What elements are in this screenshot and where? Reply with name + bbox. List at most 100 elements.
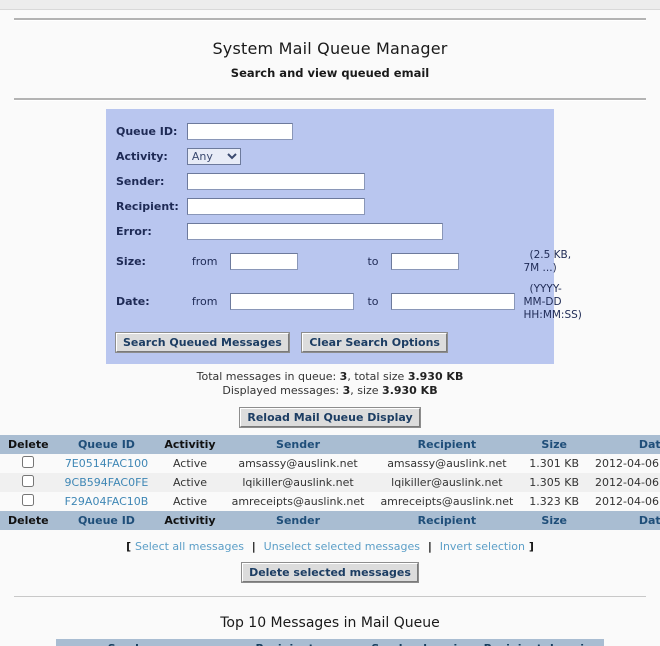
recipient-input[interactable] bbox=[186, 198, 365, 215]
date-to-word: to bbox=[367, 295, 379, 308]
divider-above-top10 bbox=[14, 596, 646, 597]
row-size: 1.305 KB bbox=[521, 473, 588, 492]
error-label: Error: bbox=[116, 225, 152, 238]
row-activity: Active bbox=[172, 495, 207, 508]
summary-total-size: 3.930 KB bbox=[407, 370, 464, 383]
queue-table-head: Delete Queue ID Activitiy Sender Recipie… bbox=[0, 435, 660, 454]
form-row-date: Date: from to (YYYY-MM-DD HH:MM:SS) bbox=[112, 278, 586, 325]
size-from-input[interactable] bbox=[230, 252, 299, 270]
select-all-messages-link[interactable]: Select all messages bbox=[135, 540, 244, 553]
search-button-row: Search Queued Messages Clear Search Opti… bbox=[106, 325, 554, 353]
activity-select[interactable]: Any bbox=[186, 148, 241, 165]
row-date: 2012-04-06 02:00:32 bbox=[587, 473, 660, 492]
page-subtitle: Search and view queued email bbox=[230, 66, 430, 80]
row-queue-id-cell: 9CB594FAC0FE bbox=[56, 473, 157, 492]
queue-id-link[interactable]: 9CB594FAC0FE bbox=[65, 476, 149, 489]
summary-displayed-size-prefix: , size bbox=[350, 384, 379, 397]
reload-button-row: Reload Mail Queue Display bbox=[0, 398, 660, 435]
form-row-recipient: Recipient: bbox=[112, 194, 586, 219]
size-from-word: from bbox=[191, 254, 218, 268]
unselect-selected-messages-link[interactable]: Unselect selected messages bbox=[264, 540, 420, 553]
col-date[interactable]: Date bbox=[587, 435, 660, 454]
row-sender: amreceipts@auslink.net bbox=[231, 495, 365, 508]
row-recipient: amreceipts@auslink.net bbox=[380, 495, 514, 508]
summary-displayed-size: 3.930 KB bbox=[382, 384, 438, 397]
delete-selected-messages-button[interactable]: Delete selected messages bbox=[241, 562, 419, 583]
top10-head: Senders Recipients Sender domains Recipi… bbox=[55, 639, 605, 646]
col-activity-footer: Activitiy bbox=[156, 511, 224, 530]
error-input[interactable] bbox=[186, 223, 443, 240]
col-sender[interactable]: Sender bbox=[223, 435, 373, 454]
invert-selection-link[interactable]: Invert selection bbox=[440, 540, 525, 553]
queue-table-foot: Delete Queue ID Activitiy Sender Recipie… bbox=[0, 511, 660, 530]
col-queue-id-footer[interactable]: Queue ID bbox=[56, 511, 157, 530]
bracket-open: [ bbox=[126, 540, 132, 553]
size-hint: (2.5 KB, 7M ...) bbox=[523, 249, 572, 274]
size-to-word: to bbox=[367, 254, 379, 268]
activity-label: Activity: bbox=[116, 150, 168, 163]
clear-search-options-button[interactable]: Clear Search Options bbox=[301, 332, 448, 353]
divider-below-title bbox=[14, 98, 646, 101]
recipient-label: Recipient: bbox=[116, 200, 179, 213]
queue-id-link[interactable]: 7E0514FAC100 bbox=[65, 457, 148, 470]
window-top-strip bbox=[0, 0, 660, 10]
delete-checkbox[interactable] bbox=[22, 475, 35, 487]
date-label: Date: bbox=[116, 295, 150, 308]
summary-displayed-prefix: Displayed messages: bbox=[222, 384, 340, 397]
row-recipient: amsassy@auslink.net bbox=[387, 457, 507, 470]
queue-id-input[interactable] bbox=[186, 123, 293, 140]
row-checkbox-cell bbox=[0, 454, 57, 473]
delete-checkbox[interactable] bbox=[22, 456, 35, 468]
queue-summary: Total messages in queue: 3, total size 3… bbox=[0, 364, 660, 398]
size-to-input[interactable] bbox=[391, 252, 460, 270]
delete-checkbox[interactable] bbox=[22, 494, 35, 506]
col-recipient[interactable]: Recipient bbox=[372, 435, 522, 454]
queue-id-label: Queue ID: bbox=[116, 125, 178, 138]
row-sender: lqikiller@auslink.net bbox=[223, 473, 373, 492]
bracket-close: ] bbox=[528, 540, 534, 553]
col-recipients: Recipients bbox=[210, 639, 366, 646]
mail-queue-table: Delete Queue ID Activitiy Sender Recipie… bbox=[0, 435, 660, 530]
queue-header-row-bottom: Delete Queue ID Activitiy Sender Recipie… bbox=[0, 511, 660, 530]
col-size[interactable]: Size bbox=[521, 435, 588, 454]
queue-id-link[interactable]: F29A04FAC10B bbox=[65, 495, 149, 508]
queue-table-body: 7E0514FAC100 Active amsassy@auslink.net … bbox=[0, 454, 660, 511]
col-date-footer[interactable]: Date bbox=[587, 511, 660, 530]
summary-displayed-line: Displayed messages: 3, size 3.930 KB bbox=[0, 384, 660, 398]
sender-input[interactable] bbox=[186, 173, 365, 190]
col-size-footer[interactable]: Size bbox=[521, 511, 588, 530]
sender-label: Sender: bbox=[116, 175, 165, 188]
col-recipient-domains: Recipient domains bbox=[477, 639, 605, 646]
page-title: System Mail Queue Manager bbox=[212, 39, 448, 58]
search-queued-messages-button[interactable]: Search Queued Messages bbox=[115, 332, 290, 353]
col-sender-footer[interactable]: Sender bbox=[223, 511, 373, 530]
row-size: 1.301 KB bbox=[529, 457, 580, 470]
row-queue-id-cell: F29A04FAC10B bbox=[57, 492, 157, 511]
date-to-input[interactable] bbox=[391, 293, 516, 310]
row-queue-id-cell: 7E0514FAC100 bbox=[57, 454, 157, 473]
summary-total-size-prefix: , total size bbox=[347, 370, 405, 383]
date-from-input[interactable] bbox=[230, 293, 355, 310]
col-sender-domains: Sender domains bbox=[365, 639, 478, 646]
reload-mail-queue-display-button[interactable]: Reload Mail Queue Display bbox=[239, 407, 421, 428]
table-row: 7E0514FAC100 Active amsassy@auslink.net … bbox=[0, 454, 660, 473]
form-row-sender: Sender: bbox=[112, 169, 586, 194]
top10-title: Top 10 Messages in Mail Queue bbox=[220, 615, 440, 631]
table-row: F29A04FAC10B Active amreceipts@auslink.n… bbox=[0, 492, 660, 511]
row-recipient: lqikiller@auslink.net bbox=[372, 473, 522, 492]
col-queue-id[interactable]: Queue ID bbox=[56, 435, 157, 454]
row-date: 2012-04-06 02:00:31 bbox=[595, 495, 660, 508]
col-activity: Activitiy bbox=[156, 435, 224, 454]
top10-header-row: Senders Recipients Sender domains Recipi… bbox=[55, 639, 605, 646]
form-row-error: Error: bbox=[112, 219, 586, 244]
form-row-size: Size: from to (2.5 KB, 7M ...) bbox=[112, 244, 586, 278]
col-delete-footer: Delete bbox=[0, 511, 57, 530]
col-recipient-footer[interactable]: Recipient bbox=[372, 511, 522, 530]
row-date: 2012-04-06 02:00:33 bbox=[595, 457, 660, 470]
size-label: Size: bbox=[116, 254, 146, 268]
date-from-word: from bbox=[191, 295, 218, 308]
table-row: 9CB594FAC0FE Active lqikiller@auslink.ne… bbox=[0, 473, 660, 492]
row-checkbox-cell bbox=[0, 492, 57, 511]
search-form-table: Queue ID: Activity: Any Sender: Recipien… bbox=[112, 119, 586, 325]
col-delete: Delete bbox=[0, 435, 57, 454]
